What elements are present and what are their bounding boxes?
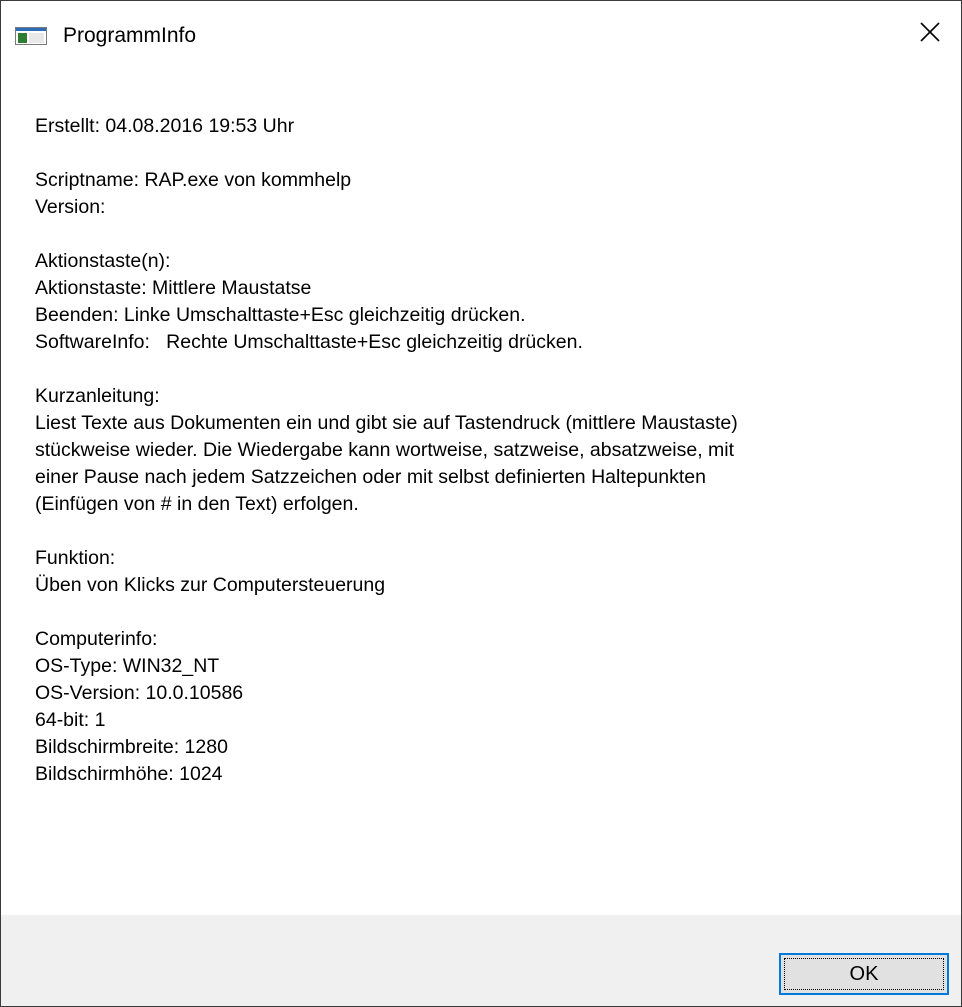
key-softwareinfo-text: SoftwareInfo: Rechte Umschalttaste+Esc g… [35, 331, 583, 353]
screen-height-text: Bildschirmhöhe: 1024 [35, 763, 223, 785]
bits-text: 64-bit: 1 [35, 709, 106, 731]
close-button[interactable] [899, 1, 961, 67]
computer-heading: Computerinfo: [35, 628, 158, 650]
guide-heading: Kurzanleitung: [35, 385, 160, 407]
key-action-text: Aktionstaste: Mittlere Maustatse [35, 277, 312, 299]
function-heading: Funktion: [35, 547, 116, 569]
window-title: ProgrammInfo [63, 24, 197, 47]
os-type-text: OS-Type: WIN32_NT [35, 655, 220, 677]
ok-button-label: OK [849, 962, 879, 985]
guide-line: Liest Texte aus Dokumenten ein und gibt … [35, 412, 738, 434]
application-icon [15, 27, 47, 45]
title-bar[interactable]: ProgrammInfo [1, 1, 961, 67]
close-icon [919, 21, 941, 48]
function-text: Üben von Klicks zur Computersteuerung [35, 574, 386, 596]
guide-line: einer Pause nach jedem Satzzeichen oder … [35, 466, 706, 488]
info-text-area: Erstellt: 04.08.2016 19:53 Uhr Scriptnam… [35, 113, 935, 788]
guide-line: stückweise wieder. Die Wiedergabe kann w… [35, 439, 735, 461]
ok-button[interactable]: OK [779, 953, 949, 995]
created-text: Erstellt: 04.08.2016 19:53 Uhr [35, 115, 295, 137]
screen-width-text: Bildschirmbreite: 1280 [35, 736, 228, 758]
keys-heading: Aktionstaste(n): [35, 250, 171, 272]
programminfo-window: ProgrammInfo Erstellt: 04.08.2016 19:53 … [0, 0, 962, 1007]
key-quit-text: Beenden: Linke Umschalttaste+Esc gleichz… [35, 304, 526, 326]
scriptname-text: Scriptname: RAP.exe von kommhelp [35, 169, 352, 191]
os-version-text: OS-Version: 10.0.10586 [35, 682, 244, 704]
guide-line: (Einfügen von # in den Text) erfolgen. [35, 493, 359, 515]
version-text: Version: [35, 196, 106, 218]
